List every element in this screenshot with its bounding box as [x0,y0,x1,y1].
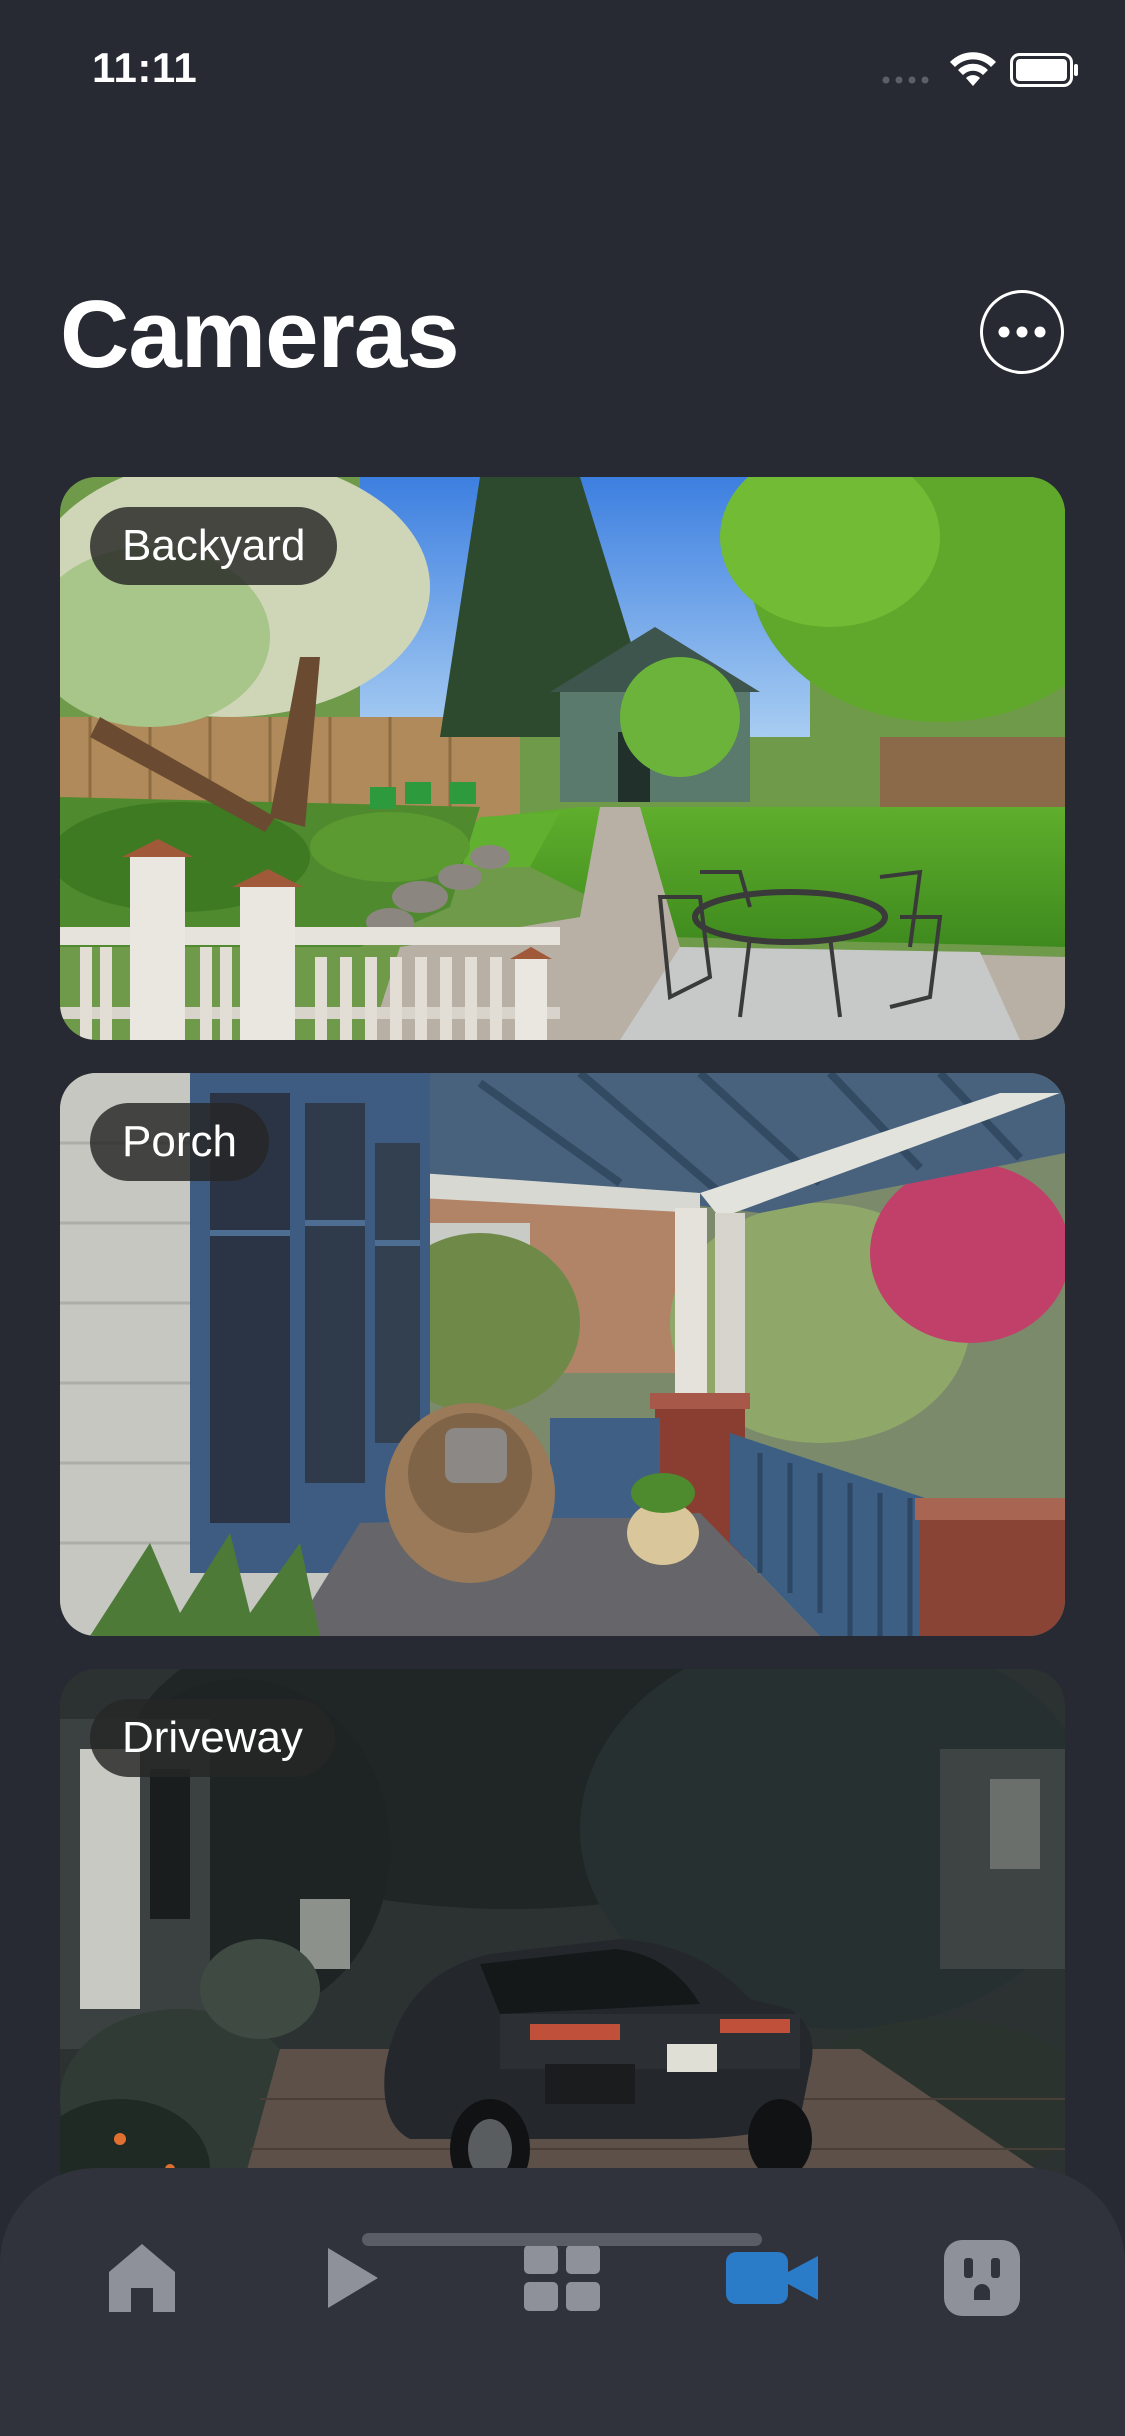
power-outlet-icon [944,2240,1020,2316]
battery-icon [1010,53,1078,87]
page-title: Cameras [60,281,460,388]
camera-card-driveway[interactable]: Driveway [60,1669,1065,2232]
grid-icon [524,2245,600,2311]
more-options-button[interactable] [980,290,1064,374]
home-icon [109,2244,175,2312]
video-camera-icon [726,2252,818,2304]
camera-card-porch[interactable]: Porch [60,1073,1065,1636]
status-time: 11:11 [92,44,198,91]
camera-label-backyard: Backyard [90,507,338,585]
ellipsis-icon [998,326,1046,338]
wifi-icon [950,52,996,86]
tab-home[interactable] [92,2228,192,2328]
tab-outlet[interactable] [932,2228,1032,2328]
tab-bar [0,2168,1125,2436]
camera-card-backyard[interactable]: Backyard [60,477,1065,1040]
signal-dots-icon [882,76,929,84]
play-icon [328,2248,378,2308]
status-bar: 11:11 [0,0,1125,140]
camera-list: Backyard Porch Driveway [60,477,1065,2265]
camera-label-porch: Porch [90,1103,269,1181]
home-indicator [362,2233,762,2246]
camera-label-driveway: Driveway [90,1699,335,1777]
